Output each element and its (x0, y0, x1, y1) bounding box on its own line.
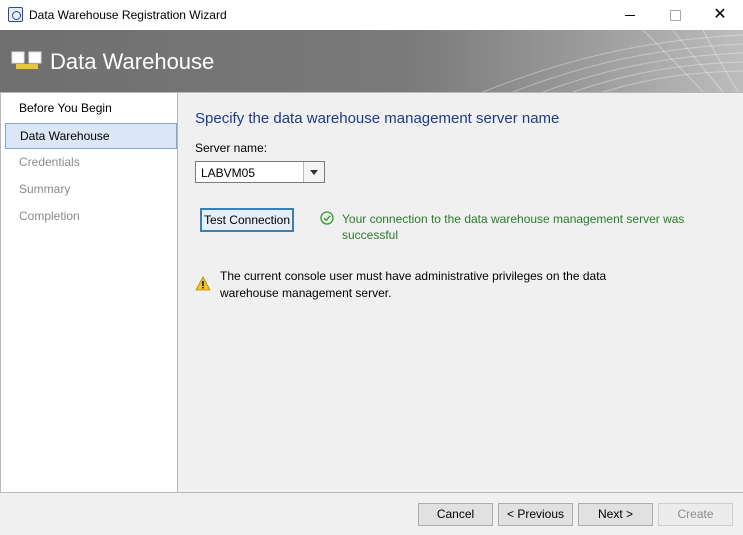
cancel-button[interactable]: Cancel (418, 503, 493, 526)
close-button[interactable]: ✕ (697, 0, 743, 30)
previous-button[interactable]: < Previous (498, 503, 573, 526)
wizard-banner: Data Warehouse (0, 30, 743, 92)
page-heading: Specify the data warehouse management se… (195, 110, 560, 127)
server-name-label: Server name: (195, 141, 268, 155)
wizard-content: Specify the data warehouse management se… (178, 92, 743, 493)
minimize-button[interactable] (607, 0, 653, 30)
server-name-combobox[interactable]: LABVM05 (195, 161, 325, 183)
nav-item-completion: Completion (19, 209, 80, 223)
wizard-footer: Cancel < Previous Next > Create (0, 493, 743, 535)
privilege-warning-message: The current console user must have admin… (220, 269, 607, 300)
data-warehouse-icon (11, 51, 42, 69)
banner-wave-decoration (482, 30, 743, 92)
window-title: Data Warehouse Registration Wizard (29, 8, 227, 22)
success-check-icon (320, 211, 334, 225)
warning-icon (195, 276, 211, 291)
connection-success-message: Your connection to the data warehouse ma… (342, 212, 685, 242)
maximize-button[interactable] (652, 0, 698, 30)
minimize-icon (625, 14, 635, 16)
nav-item-summary: Summary (19, 182, 71, 196)
test-connection-button[interactable]: Test Connection (200, 208, 294, 232)
nav-item-credentials: Credentials (19, 155, 80, 169)
nav-item-data-warehouse[interactable]: Data Warehouse (5, 123, 177, 149)
banner-title: Data Warehouse (50, 49, 215, 74)
wizard-steps-nav: Before You Begin Data Warehouse Credenti… (0, 92, 178, 493)
next-button[interactable]: Next > (578, 503, 653, 526)
nav-item-before-you-begin[interactable]: Before You Begin (5, 96, 177, 122)
close-icon: ✕ (713, 6, 727, 23)
title-bar: Data Warehouse Registration Wizard ✕ (0, 0, 743, 30)
maximize-icon (669, 9, 681, 21)
chevron-down-icon (310, 169, 318, 175)
create-button: Create (658, 503, 733, 526)
dropdown-button[interactable] (303, 162, 324, 182)
server-name-value[interactable]: LABVM05 (201, 166, 255, 180)
wizard-app-icon (8, 7, 23, 22)
